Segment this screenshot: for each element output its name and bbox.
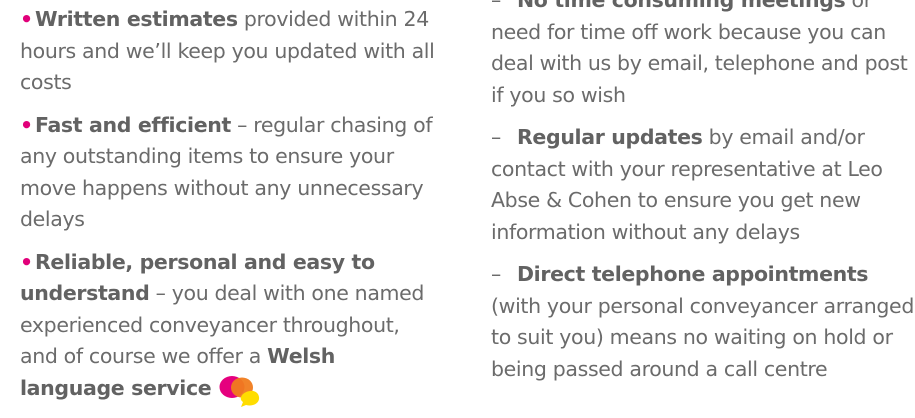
bullet-icon: • <box>20 112 33 137</box>
item-heading: Direct telephone appointments <box>517 262 869 286</box>
item-heading: Written estimates <box>35 7 238 31</box>
item-heading: Fast and efficient <box>35 112 231 137</box>
list-item-written-estimates: • Written estimates provided within 24 ho… <box>20 4 440 99</box>
item-heading: No time consuming meetings <box>517 0 846 12</box>
list-item-reliable-personal: • Reliable, personal and easy to understa… <box>20 247 440 407</box>
left-benefits-list: • Written estimates provided within 24 ho… <box>20 0 440 418</box>
list-item-regular-updates: – Regular updates by email and/or contact… <box>491 122 915 248</box>
bullet-icon: • <box>20 7 33 31</box>
dash-marker: – <box>491 262 501 286</box>
list-item-fast-efficient: • Fast and efficient – regular chasing of… <box>20 110 440 236</box>
dash-marker: – <box>491 125 501 149</box>
speech-bubbles-icon <box>217 373 265 407</box>
right-benefits-list: – No time consuming meetings or need for … <box>491 0 915 396</box>
bullet-icon: • <box>20 249 33 274</box>
item-text: (with your personal conveyancer arranged… <box>491 293 914 381</box>
item-text: or need for time off work because you ca… <box>491 0 908 107</box>
dash-marker: – <box>491 0 501 12</box>
item-heading: Regular updates <box>517 125 703 149</box>
list-item-no-meetings: – No time consuming meetings or need for … <box>491 0 915 111</box>
list-item-direct-telephone: – Direct telephone appointments (with you… <box>491 259 915 385</box>
